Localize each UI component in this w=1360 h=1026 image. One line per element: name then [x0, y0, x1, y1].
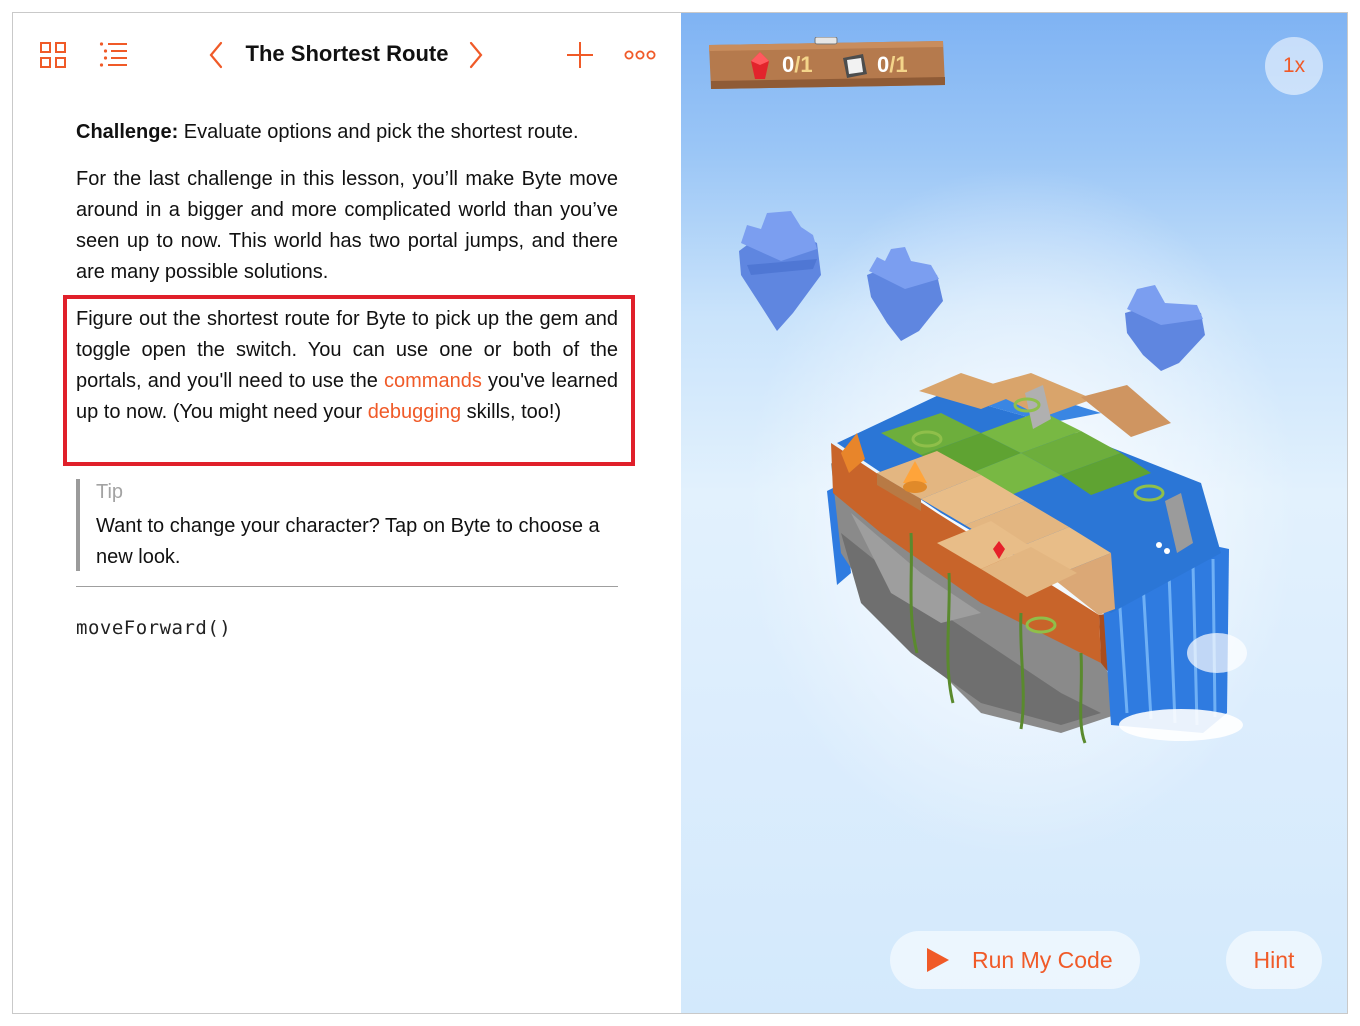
gems-collected: 0 [782, 52, 795, 77]
gem-counter: 0/1 [782, 52, 813, 78]
speed-button[interactable]: 1x [1265, 37, 1323, 95]
switches-toggled: 0 [877, 52, 890, 77]
gem-icon [749, 51, 771, 81]
tip-label: Tip [96, 481, 124, 503]
plus-icon[interactable] [566, 41, 594, 69]
floating-island-left [739, 211, 821, 331]
gems-total: /1 [794, 52, 813, 77]
list-icon[interactable] [99, 41, 129, 69]
main-island [827, 373, 1247, 744]
highlight-box [63, 295, 635, 466]
intro-paragraph: For the last challenge in this lesson, y… [76, 168, 618, 283]
floating-island-right [1125, 285, 1205, 371]
score-board: 0/1 0/1 [707, 37, 947, 93]
challenge-text: Evaluate options and pick the shortest r… [178, 121, 579, 143]
chevron-left-icon[interactable] [207, 40, 225, 70]
puzzle-world[interactable] [681, 13, 1348, 1013]
switch-counter: 0/1 [877, 52, 908, 78]
app-window: The Shortest Route Challenge: Evaluate o… [12, 12, 1348, 1014]
page-title: The Shortest Route [245, 41, 449, 66]
challenge-paragraph: Challenge: Evaluate options and pick the… [76, 117, 618, 148]
grid-icon[interactable] [39, 41, 67, 69]
tip-callout: Tip Want to change your character? Tap o… [76, 479, 618, 571]
live-view[interactable]: 0/1 0/1 1x Run My Code Hint [681, 13, 1348, 1013]
run-my-code-label: Run My Code [972, 947, 1113, 973]
chevron-right-icon[interactable] [467, 40, 485, 70]
switches-total: /1 [889, 52, 908, 77]
document-pane: The Shortest Route Challenge: Evaluate o… [13, 13, 681, 1013]
play-icon [926, 947, 950, 978]
tip-body: Want to change your character? Tap on By… [96, 515, 600, 568]
run-my-code-button[interactable]: Run My Code [890, 931, 1140, 989]
code-editor-line[interactable]: moveForward() [76, 617, 231, 639]
floating-island-middle [867, 247, 943, 341]
divider [76, 586, 618, 587]
hint-button[interactable]: Hint [1226, 931, 1322, 989]
switch-icon [841, 52, 869, 80]
challenge-label: Challenge: [76, 121, 179, 143]
more-icon[interactable] [624, 48, 656, 62]
